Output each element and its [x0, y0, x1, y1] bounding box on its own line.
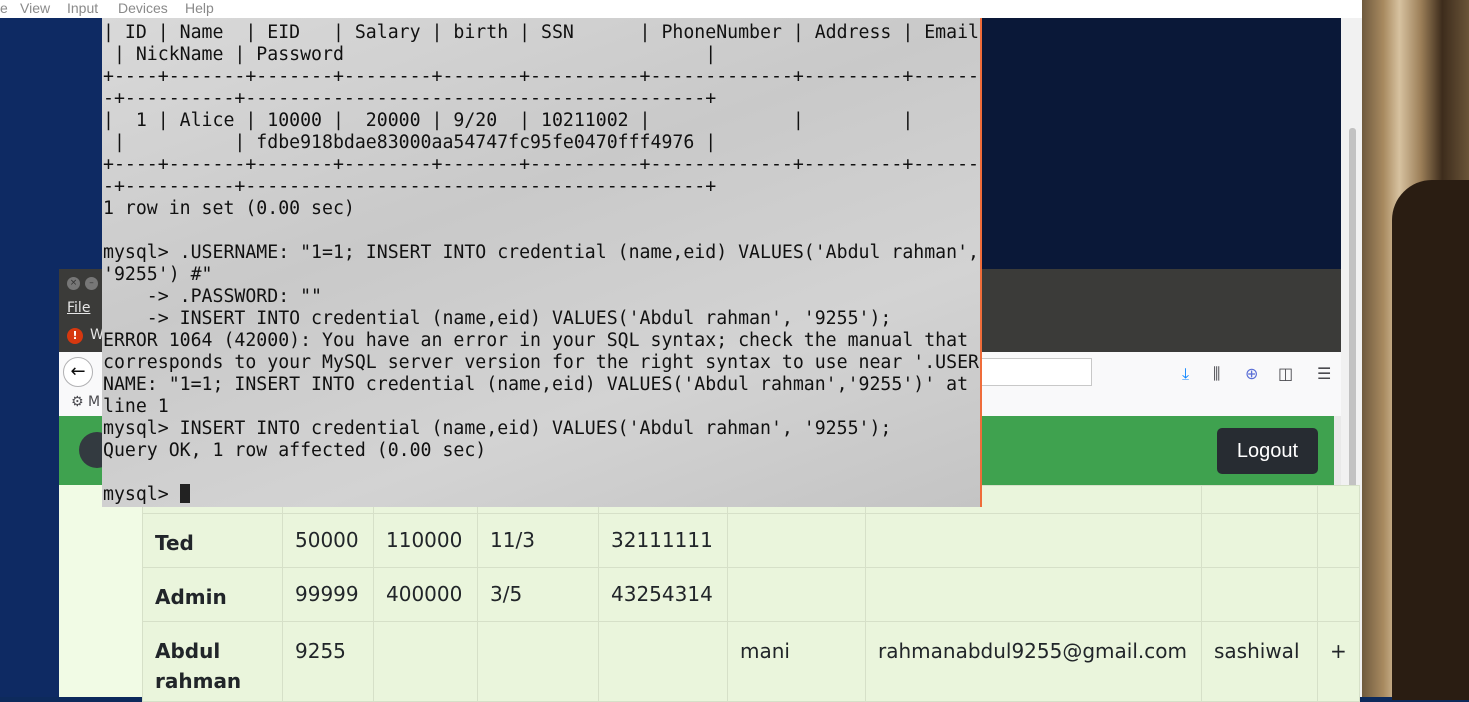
extension-icon[interactable]: ⊕: [1245, 364, 1258, 383]
cell-eid: 9255: [282, 621, 374, 702]
terminal-line: -+----------+---------------------------…: [103, 88, 717, 109]
host-menu-devices[interactable]: Devices: [118, 0, 168, 16]
cell-phone: [1317, 513, 1360, 568]
logout-button[interactable]: Logout: [1217, 428, 1318, 474]
menu-icon[interactable]: ☰: [1317, 364, 1331, 383]
cell-nickname: [727, 567, 866, 622]
terminal-line: mysql> INSERT INTO credential (name,eid)…: [103, 418, 892, 439]
cell-salary: [373, 621, 478, 702]
cell-email: rahmanabdul9255@gmail.com: [865, 621, 1202, 702]
cell-birth: [477, 621, 599, 702]
background-photo: [1362, 0, 1469, 700]
users-table: Ted 50000 110000 11/3 32111111 Admin 999…: [142, 485, 1360, 702]
cell-salary: 400000: [373, 567, 478, 622]
cell-birth: 3/5: [477, 567, 599, 622]
terminal-line: -> INSERT INTO credential (name,eid) VAL…: [103, 308, 892, 329]
cell-name: Admin: [142, 567, 283, 622]
terminal-line: Query OK, 1 row affected (0.00 sec): [103, 440, 487, 461]
terminal-line: mysql> .USERNAME: "1=1; INSERT INTO cred…: [103, 242, 979, 263]
cell-ssn: 43254314: [598, 567, 728, 622]
host-menu-edit[interactable]: e: [0, 0, 8, 16]
terminal-output[interactable]: | ID | Name | EID | Salary | birth | SSN…: [102, 18, 980, 506]
host-scrollbar-thumb[interactable]: [1349, 128, 1356, 528]
terminal-line: '9255') #": [103, 264, 213, 285]
terminal-line: | NickName | Password |: [103, 44, 717, 65]
terminal-line: | | fdbe918bdae83000aa54747fc95fe0470fff…: [103, 132, 717, 153]
terminal-window[interactable]: | ID | Name | EID | Salary | birth | SSN…: [102, 18, 982, 507]
table-row: Ted 50000 110000 11/3 32111111: [142, 513, 1360, 568]
host-menu-help[interactable]: Help: [185, 0, 214, 16]
terminal-line: | 1 | Alice | 10000 | 20000 | 9/20 | 102…: [103, 110, 914, 131]
terminal-line: -+----------+---------------------------…: [103, 176, 717, 197]
cell-address: [1201, 513, 1318, 568]
library-icon[interactable]: ⫼: [1213, 364, 1220, 384]
terminal-cursor: [179, 484, 190, 503]
minimize-icon[interactable]: –: [85, 277, 98, 290]
cell-eid: 99999: [282, 567, 374, 622]
terminal-line: | ID | Name | EID | Salary | birth | SSN…: [103, 22, 979, 43]
cell-salary: 110000: [373, 513, 478, 568]
bookmark-label: M: [88, 394, 101, 410]
cell-phone: [1317, 567, 1360, 622]
close-icon[interactable]: ×: [67, 277, 80, 290]
terminal-line: +----+-------+-------+--------+-------+-…: [103, 154, 979, 175]
gear-icon: ⚙: [71, 394, 84, 410]
cell-ssn: 32111111: [598, 513, 728, 568]
sidebar-icon[interactable]: ◫: [1278, 364, 1293, 383]
host-menu-input[interactable]: Input: [67, 0, 98, 16]
table-row: Abdul rahman 9255 mani rahmanabdul9255@g…: [142, 621, 1360, 702]
terminal-line: +----+-------+-------+--------+-------+-…: [103, 66, 979, 87]
cell-name: Abdul rahman: [142, 621, 283, 702]
cell-birth: 11/3: [477, 513, 599, 568]
warning-icon: !: [67, 328, 83, 344]
cell-eid: 50000: [282, 513, 374, 568]
cell-nickname: mani: [727, 621, 866, 702]
cell-ssn: [598, 621, 728, 702]
cell-name: Ted: [142, 513, 283, 568]
terminal-line: ERROR 1064 (42000): You have an error in…: [103, 330, 969, 351]
cell-nickname: [727, 513, 866, 568]
photo-arch: [1392, 180, 1469, 700]
terminal-line: 1 row in set (0.00 sec): [103, 198, 355, 219]
table-row: Admin 99999 400000 3/5 43254314: [142, 567, 1360, 622]
cell-email: [865, 567, 1202, 622]
back-button[interactable]: ←: [63, 357, 93, 387]
terminal-prompt[interactable]: mysql>: [103, 484, 180, 505]
cell-phone: +: [1317, 621, 1360, 702]
cell-address: [1201, 567, 1318, 622]
host-menu-bar: e View Input Devices Help: [0, 0, 1362, 18]
cell-address: sashiwal: [1201, 621, 1318, 702]
terminal-line: -> .PASSWORD: "": [103, 286, 322, 307]
terminal-line: NAME: "1=1; INSERT INTO credential (name…: [103, 374, 969, 395]
host-menu-view[interactable]: View: [20, 0, 50, 16]
terminal-line: line 1: [103, 396, 169, 417]
menu-file[interactable]: File: [67, 300, 90, 316]
url-bar[interactable]: [982, 358, 1092, 386]
terminal-line: corresponds to your MySQL server version…: [103, 352, 979, 373]
cell-email: [865, 513, 1202, 568]
download-icon[interactable]: ⤓: [1182, 364, 1189, 384]
bookmark-item[interactable]: ⚙ M: [71, 394, 100, 410]
